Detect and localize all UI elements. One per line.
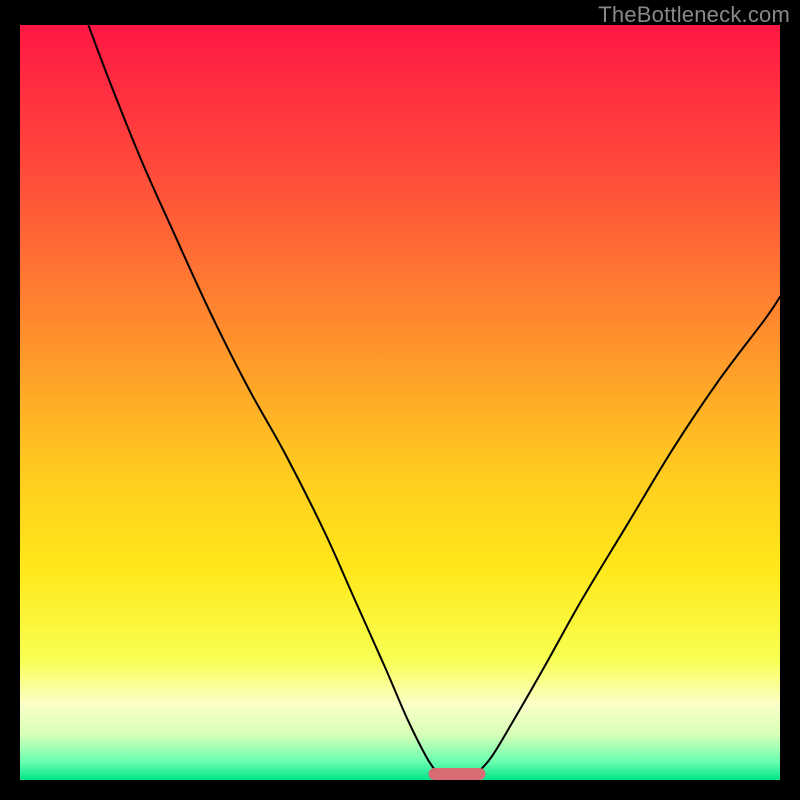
curve-right-branch <box>476 297 780 774</box>
bottleneck-curve <box>20 25 780 780</box>
minimum-marker <box>429 768 486 780</box>
chart-frame: TheBottleneck.com <box>0 0 800 800</box>
watermark-text: TheBottleneck.com <box>598 2 790 28</box>
curve-left-branch <box>88 25 438 774</box>
plot-area <box>20 25 780 780</box>
